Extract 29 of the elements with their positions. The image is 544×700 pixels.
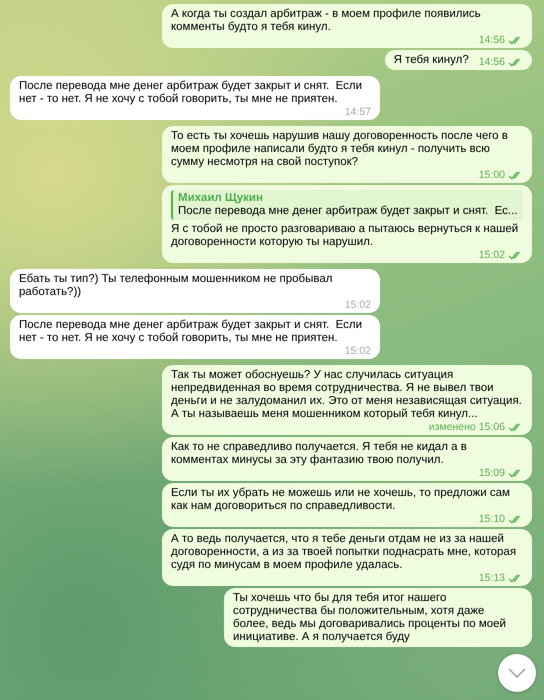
message-time: 15:00 (478, 170, 505, 181)
message-text: Как то не справедливо получается. Я тебя не кидал а в комментах минусы за эту фантазию твою получил. (171, 441, 468, 468)
reply-author: Михаил Щукин (178, 192, 264, 205)
message-text: Я тебя кинул? (394, 54, 469, 68)
message-text: Так ты может обоснуешь? У нас случилась ситуация непредвиденная во время сотрудничества. Я не вывел твои деньги и не залудоманил их. Это от меня независящая ситуация. А ты называешь меня мошенником который тебя кинул... (171, 369, 523, 422)
message-time: 14:56 (478, 57, 505, 68)
message-text: Если ты их убрать не можешь или не хочешь, то предложи сам как нам договориться по справедливости. (171, 487, 511, 514)
message-time: 15:09 (478, 468, 505, 479)
message-time: 15:02 (344, 346, 371, 357)
message-text: После перевода мне денег арбитраж будет закрыт и снят. Если нет - то нет. Я не хочу с тобой говорить, ты мне не приятен. (19, 319, 364, 346)
message-time: 15:10 (478, 514, 505, 525)
message-time: 15:06 (478, 422, 505, 433)
message-time: 15:02 (344, 300, 371, 311)
scroll-down-button[interactable] (498, 654, 536, 692)
message-time: 15:02 (478, 250, 505, 261)
chevron-down-icon (508, 668, 526, 678)
message-time: 14:57 (344, 107, 371, 118)
reply-quote[interactable]: Михаил Щукин После перевода мне денег арбитраж будет закрыт и снят. Ес... (171, 190, 523, 220)
message-text: После перевода мне денег арбитраж будет закрыт и снят. Если нет - то нет. Я не хочу с тобой говорить, ты мне не приятен. (19, 80, 364, 107)
message-time: 15:13 (478, 573, 505, 584)
message-text: А то ведь получается, что я тебе деньги отдам не из за нашей договоренности, а из за твоей попытки поднасрать мне, которая судя по минусам в моем профиле удалась. (171, 533, 518, 573)
message-text: Я с тобой не просто разговариваю а пытаюсь вернуться к нашей договоренности которую ты нарушил. (171, 223, 520, 250)
message-time: 14:56 (478, 35, 505, 46)
reply-text: После перевода мне денег арбитраж будет закрыт и снят. Ес... (178, 205, 518, 218)
edited-label: изменено (428, 422, 476, 433)
message-text: А когда ты создал арбитраж - в моем профиле появились комменты будто я тебя кинул. (171, 8, 482, 35)
message-text: Ебать ты тип?) Ты телефонным мошенником не пробывал работать?)) (19, 273, 334, 300)
message-text: То есть ты хочешь нарушив нашу договоренность после чего в моем профиле написали будто я тебя кинул - получить всю сумму несмотря на свой поступок? (171, 130, 509, 170)
message-text: Ты хочешь что бы для тебя итог нашего сотрудничества бы положительным, хотя даже более, ведь мы договаривались проценты по моей инициативе. А я получается буду (233, 592, 507, 645)
